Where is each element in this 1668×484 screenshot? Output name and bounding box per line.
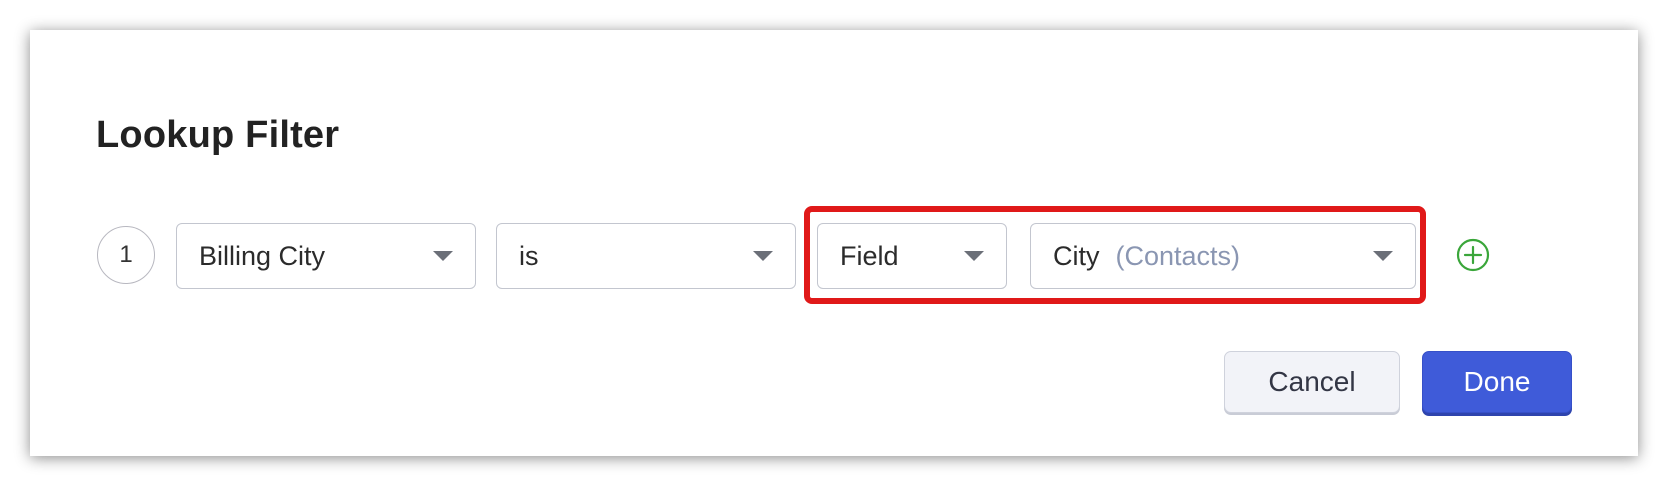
plus-circle-icon[interactable] xyxy=(1456,238,1490,272)
dialog-title: Lookup Filter xyxy=(96,114,340,156)
filter-field-value: Billing City xyxy=(199,240,326,271)
filter-field-select[interactable]: Billing City xyxy=(176,223,476,289)
filter-value-type-select[interactable]: Field xyxy=(817,223,1007,289)
caret-down-icon xyxy=(964,251,984,261)
caret-down-icon xyxy=(753,251,773,261)
filter-row-index: 1 xyxy=(97,226,155,284)
caret-down-icon xyxy=(1373,251,1393,261)
lookup-filter-dialog: Lookup Filter 1 Billing City is Field Ci… xyxy=(30,30,1638,456)
filter-value-field-select[interactable]: City (Contacts) xyxy=(1030,223,1416,289)
done-button[interactable]: Done xyxy=(1422,351,1572,413)
filter-operator-value: is xyxy=(519,240,539,271)
filter-value-field-module: (Contacts) xyxy=(1115,240,1241,271)
filter-operator-select[interactable]: is xyxy=(496,223,796,289)
filter-value-field-name: City xyxy=(1053,240,1100,271)
filter-value-type-value: Field xyxy=(840,240,899,271)
cancel-button[interactable]: Cancel xyxy=(1224,351,1400,413)
caret-down-icon xyxy=(433,251,453,261)
